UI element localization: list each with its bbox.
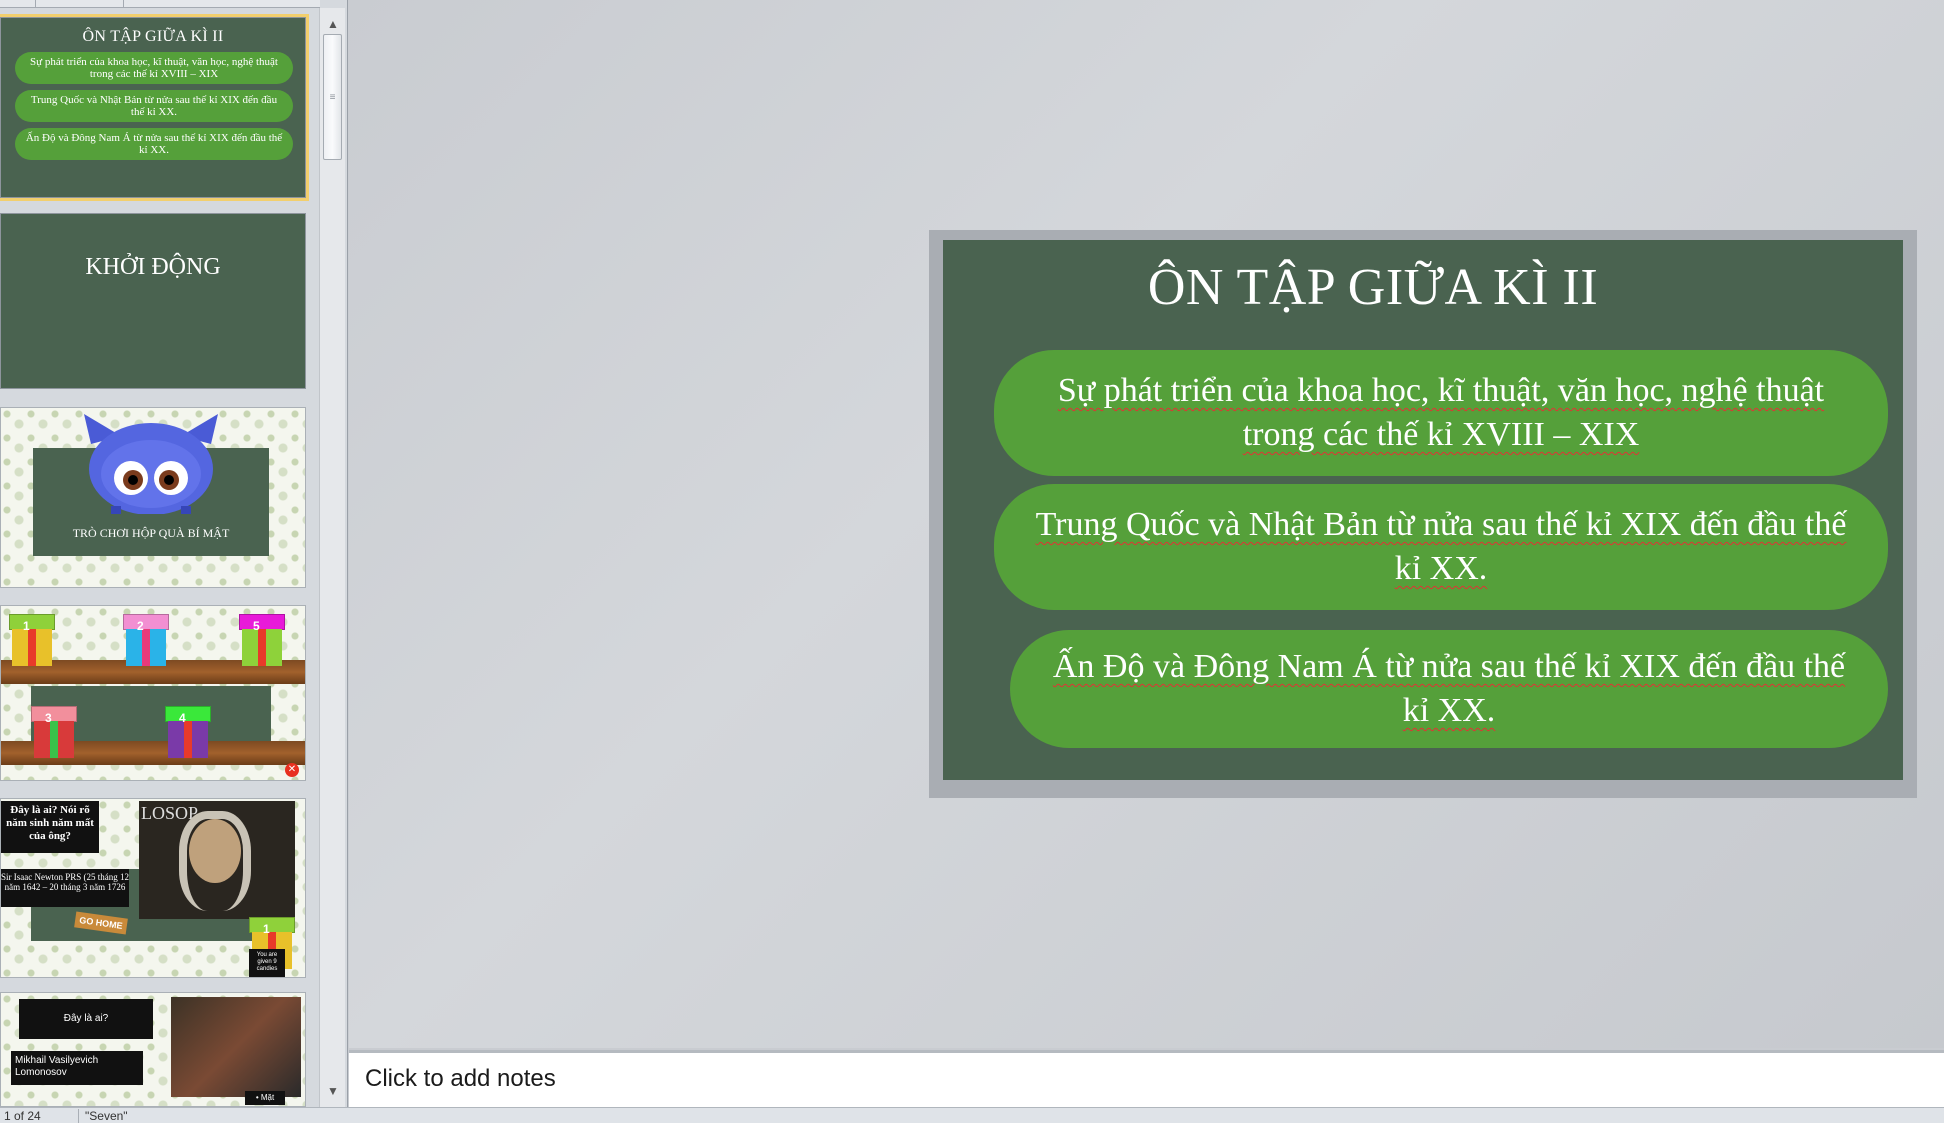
gift-box-4: 4 [165,706,211,758]
slide-title[interactable]: ÔN TẬP GIỮA KÌ II [943,258,1803,317]
thumbnail-item-2: Trung Quốc và Nhật Bản từ nửa sau thế kỉ… [15,90,293,122]
scrollbar-thumb[interactable]: ≡ [323,34,342,160]
candies-box: You are given 9 candies [249,949,285,977]
monster-image [84,414,218,514]
notes-pane[interactable]: Click to add notes [349,1050,1944,1107]
thumbnail-title: KHỞI ĐỘNG [85,254,221,280]
status-bar: 1 of 24 "Seven" [0,1107,1944,1123]
tab-outline[interactable] [36,0,124,8]
status-theme-name: "Seven" [78,1109,128,1123]
thumbnail-title: ÔN TẬP GIỮA KÌ II [82,28,224,45]
close-icon: ✕ [285,763,299,777]
notes-placeholder[interactable]: Click to add notes [365,1065,556,1093]
thumbnail-scrollbar[interactable]: ▲ ≡ ▼ [319,8,345,1107]
topic-item-1[interactable]: Sự phát triển của khoa học, kĩ thuật, vă… [994,350,1888,476]
thumbnail-item-3: Ấn Độ và Đông Nam Á từ nửa sau thế kỉ XI… [15,128,293,160]
thumbnail-slide-2[interactable]: KHỞI ĐỘNG [0,213,306,389]
current-slide[interactable]: ÔN TẬP GIỮA KÌ II Sự phát triển của khoa… [943,240,1903,780]
gift-box-2: 2 [123,614,169,666]
pane-tabs [0,0,320,8]
thumbnail-caption: TRÒ CHƠI HỘP QUÀ BÍ MẬT [72,526,230,540]
topic-item-1-text: Sự phát triển của khoa học, kĩ thuật, vă… [1057,372,1825,453]
grip-icon: ≡ [329,91,336,103]
question-box: Đây là ai? Nói rõ năm sinh năm mất của ô… [1,801,99,853]
thumbnail-slide-3[interactable]: TRÒ CHƠI HỘP QUÀ BÍ MẬT [0,407,306,588]
tab-slides[interactable] [0,0,36,8]
scroll-down-icon[interactable]: ▼ [320,1079,346,1103]
tag-box: • Mặt [245,1091,285,1105]
topic-item-3-text: Ấn Độ và Đông Nam Á từ nửa sau thế kỉ XI… [1052,648,1846,729]
thumbnail-slide-6[interactable]: Đây là ai? Mikhail Vasilyevich Lomonosov… [0,992,306,1107]
slide-thumbnail-pane[interactable]: ÔN TẬP GIỮA KÌ II Sự phát triển của khoa… [0,0,348,1107]
thumbnail-item-1: Sự phát triển của khoa học, kĩ thuật, vă… [15,52,293,84]
gift-box-3: 3 [31,706,77,758]
lomonosov-portrait [171,997,301,1097]
answer-box: Sir Isaac Newton PRS (25 tháng 12 năm 16… [1,869,129,907]
thumbnail-slide-5[interactable]: Đây là ai? Nói rõ năm sinh năm mất của ô… [0,798,306,978]
topic-item-3[interactable]: Ấn Độ và Đông Nam Á từ nửa sau thế kỉ XI… [1010,630,1888,748]
topic-item-2-text: Trung Quốc và Nhật Bản từ nửa sau thế kỉ… [1035,506,1847,587]
thumbnail-slide-1[interactable]: ÔN TẬP GIỮA KÌ II Sự phát triển của khoa… [0,14,309,201]
question-box: Đây là ai? [19,999,153,1039]
topic-item-2[interactable]: Trung Quốc và Nhật Bản từ nửa sau thế kỉ… [994,484,1888,610]
thumbnail-slide-4[interactable]: 1 2 5 3 4 ✕ [0,605,306,781]
gift-box-5: 5 [239,614,285,666]
scroll-up-icon[interactable]: ▲ [320,12,346,36]
answer-box: Mikhail Vasilyevich Lomonosov [11,1051,143,1085]
status-slide-count: 1 of 24 [4,1109,41,1123]
newton-portrait: LOSOP [139,801,295,919]
gift-box-1: 1 [9,614,55,666]
